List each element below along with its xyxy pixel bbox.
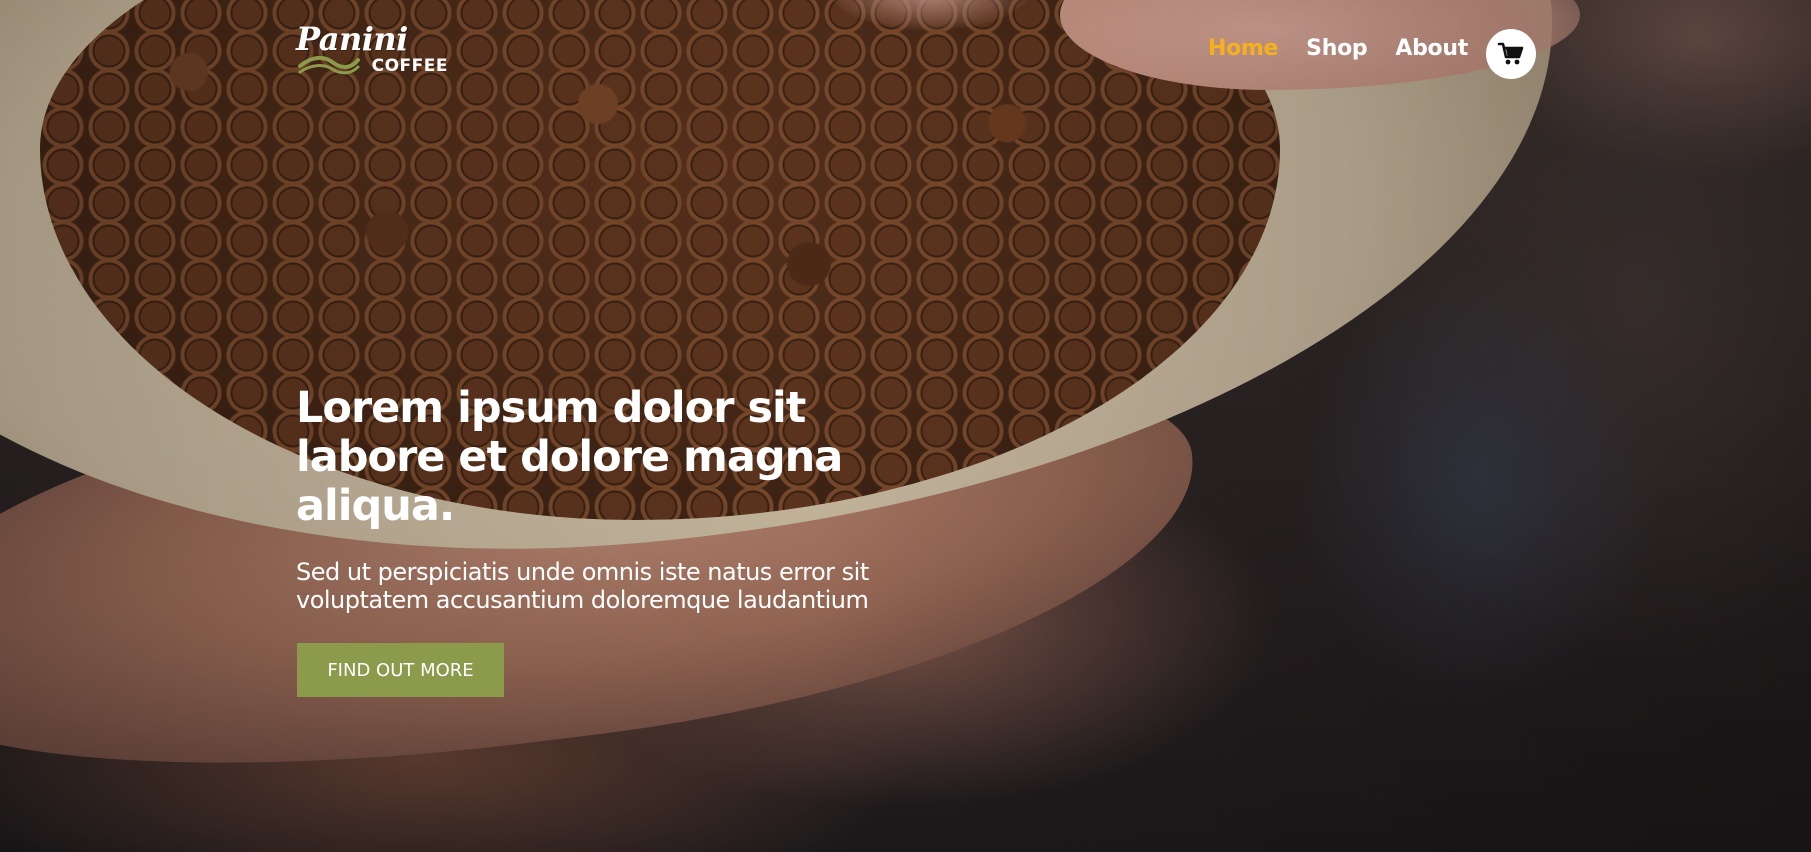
logo-subtext: COFFEE xyxy=(371,56,448,76)
hero-background xyxy=(0,0,1811,852)
cart-icon xyxy=(1497,42,1524,65)
find-out-more-button[interactable]: FIND OUT MORE xyxy=(297,643,504,697)
logo-swoosh-icon xyxy=(298,56,360,75)
nav-about[interactable]: About xyxy=(1395,36,1468,61)
hero-headline: Lorem ipsum dolor sit labore et dolore m… xyxy=(296,383,843,531)
nav-shop[interactable]: Shop xyxy=(1306,36,1367,61)
main-nav: Home Shop About xyxy=(1208,36,1496,61)
cart-button[interactable] xyxy=(1486,29,1536,79)
hero-subtext: Sed ut perspiciatis unde omnis iste natu… xyxy=(296,558,869,614)
overlay-shade xyxy=(0,0,1811,852)
nav-home[interactable]: Home xyxy=(1208,36,1278,61)
logo-wordmark: Panini xyxy=(296,20,408,58)
brand-logo[interactable]: Panini COFFEE xyxy=(296,20,448,80)
